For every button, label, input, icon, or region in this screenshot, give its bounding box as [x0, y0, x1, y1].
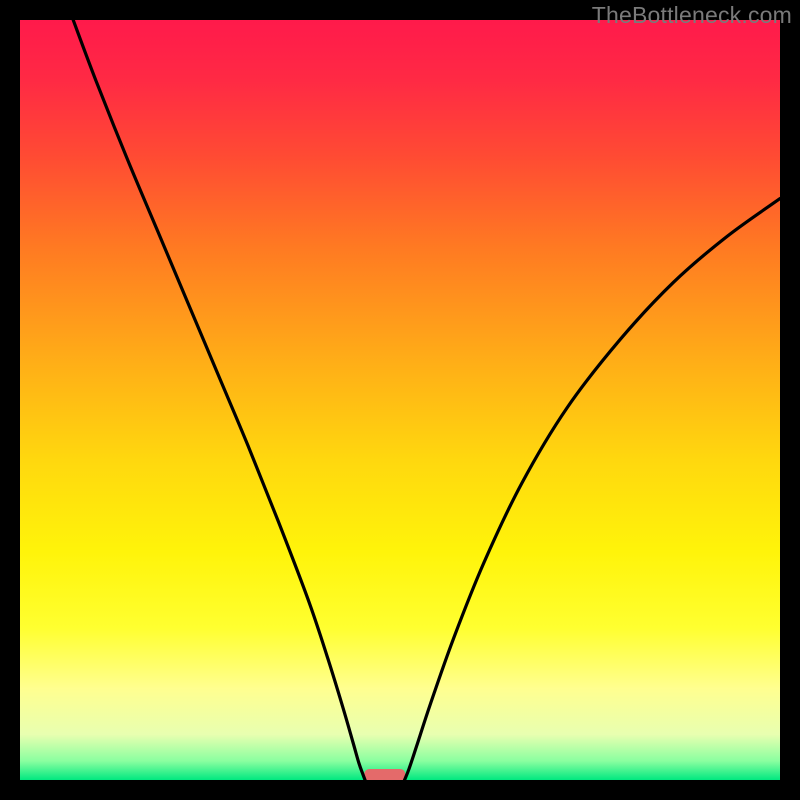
bottleneck-chart	[20, 20, 780, 780]
chart-frame	[20, 20, 780, 780]
gradient-background	[20, 20, 780, 780]
optimal-range-marker	[364, 769, 405, 780]
watermark-text: TheBottleneck.com	[592, 2, 792, 29]
